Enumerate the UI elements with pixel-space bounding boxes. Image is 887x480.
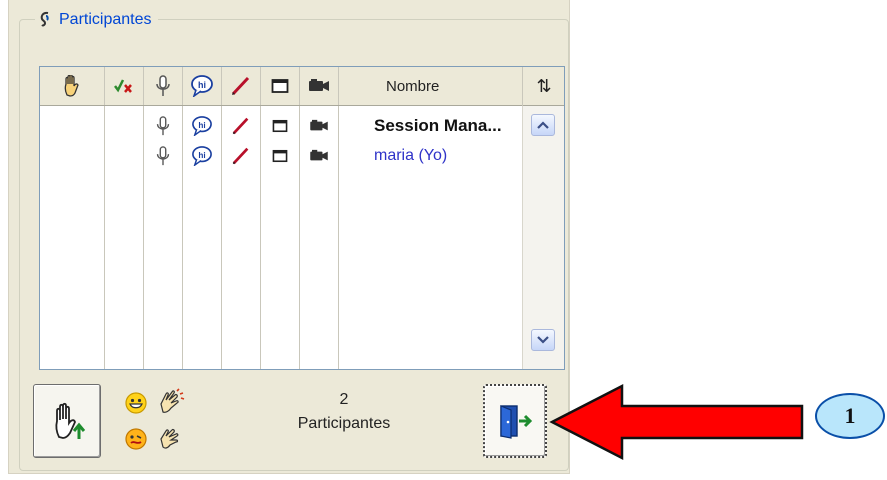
svg-text:hi: hi (198, 121, 205, 130)
ear-icon (40, 11, 49, 27)
panel-header: Participantes (35, 8, 158, 32)
scroll-down-button[interactable] (531, 329, 555, 351)
applause-icon[interactable] (155, 386, 187, 418)
participants-panel: Participantes hi Nombre ⇅ hi Session Man… (8, 0, 570, 474)
chat-bubble-icon[interactable]: hi (183, 67, 221, 105)
pen-icon[interactable] (222, 67, 260, 105)
participants-grid: hi Nombre ⇅ hi Session Mana... hi maria … (39, 66, 565, 370)
participant-name[interactable]: maria (Yo) (374, 141, 447, 171)
camera-icon[interactable] (300, 111, 338, 141)
participant-name[interactable]: Session Mana... (374, 111, 502, 141)
camera-icon[interactable] (300, 141, 338, 171)
camera-icon[interactable] (300, 67, 338, 105)
name-column-header[interactable]: Nombre (372, 67, 439, 106)
check-x-icon[interactable] (105, 67, 143, 105)
raise-hand-button[interactable] (33, 384, 101, 458)
pen-icon[interactable] (222, 141, 260, 171)
sort-arrows-icon[interactable]: ⇅ (522, 67, 564, 106)
vertical-scrollbar[interactable] (522, 106, 564, 369)
confused-face-icon[interactable] (121, 424, 151, 454)
raised-hand-up-icon (55, 402, 86, 439)
panel-title: Participantes (59, 11, 152, 28)
chat-bubble-icon[interactable]: hi (183, 141, 221, 171)
chevron-up-icon (537, 121, 549, 129)
participant-count: 2 Participantes (259, 388, 429, 436)
microphone-icon[interactable] (144, 67, 182, 105)
grid-header: hi Nombre ⇅ (40, 67, 564, 106)
exit-session-button[interactable] (483, 384, 547, 458)
svg-text:hi: hi (198, 80, 206, 90)
pen-icon[interactable] (222, 111, 260, 141)
participant-count-number: 2 (339, 391, 349, 408)
microphone-icon[interactable] (144, 111, 182, 141)
window-icon[interactable] (261, 67, 299, 105)
svg-text:hi: hi (198, 151, 205, 160)
clapping-hand-icon[interactable] (155, 424, 187, 454)
table-row[interactable]: hi maria (Yo) (40, 141, 522, 171)
callout-number-badge: 1 (815, 393, 885, 439)
participant-count-label: Participantes (297, 415, 391, 432)
table-row[interactable]: hi Session Mana... (40, 111, 522, 141)
happy-face-icon[interactable] (121, 388, 151, 418)
chat-bubble-icon[interactable]: hi (183, 111, 221, 141)
window-icon[interactable] (261, 141, 299, 171)
exit-door-icon (500, 405, 533, 439)
callout-arrow-icon (549, 383, 804, 461)
microphone-icon[interactable] (144, 141, 182, 171)
chevron-down-icon (537, 336, 549, 344)
raised-hand-icon[interactable] (40, 67, 104, 105)
scroll-up-button[interactable] (531, 114, 555, 136)
window-icon[interactable] (261, 111, 299, 141)
